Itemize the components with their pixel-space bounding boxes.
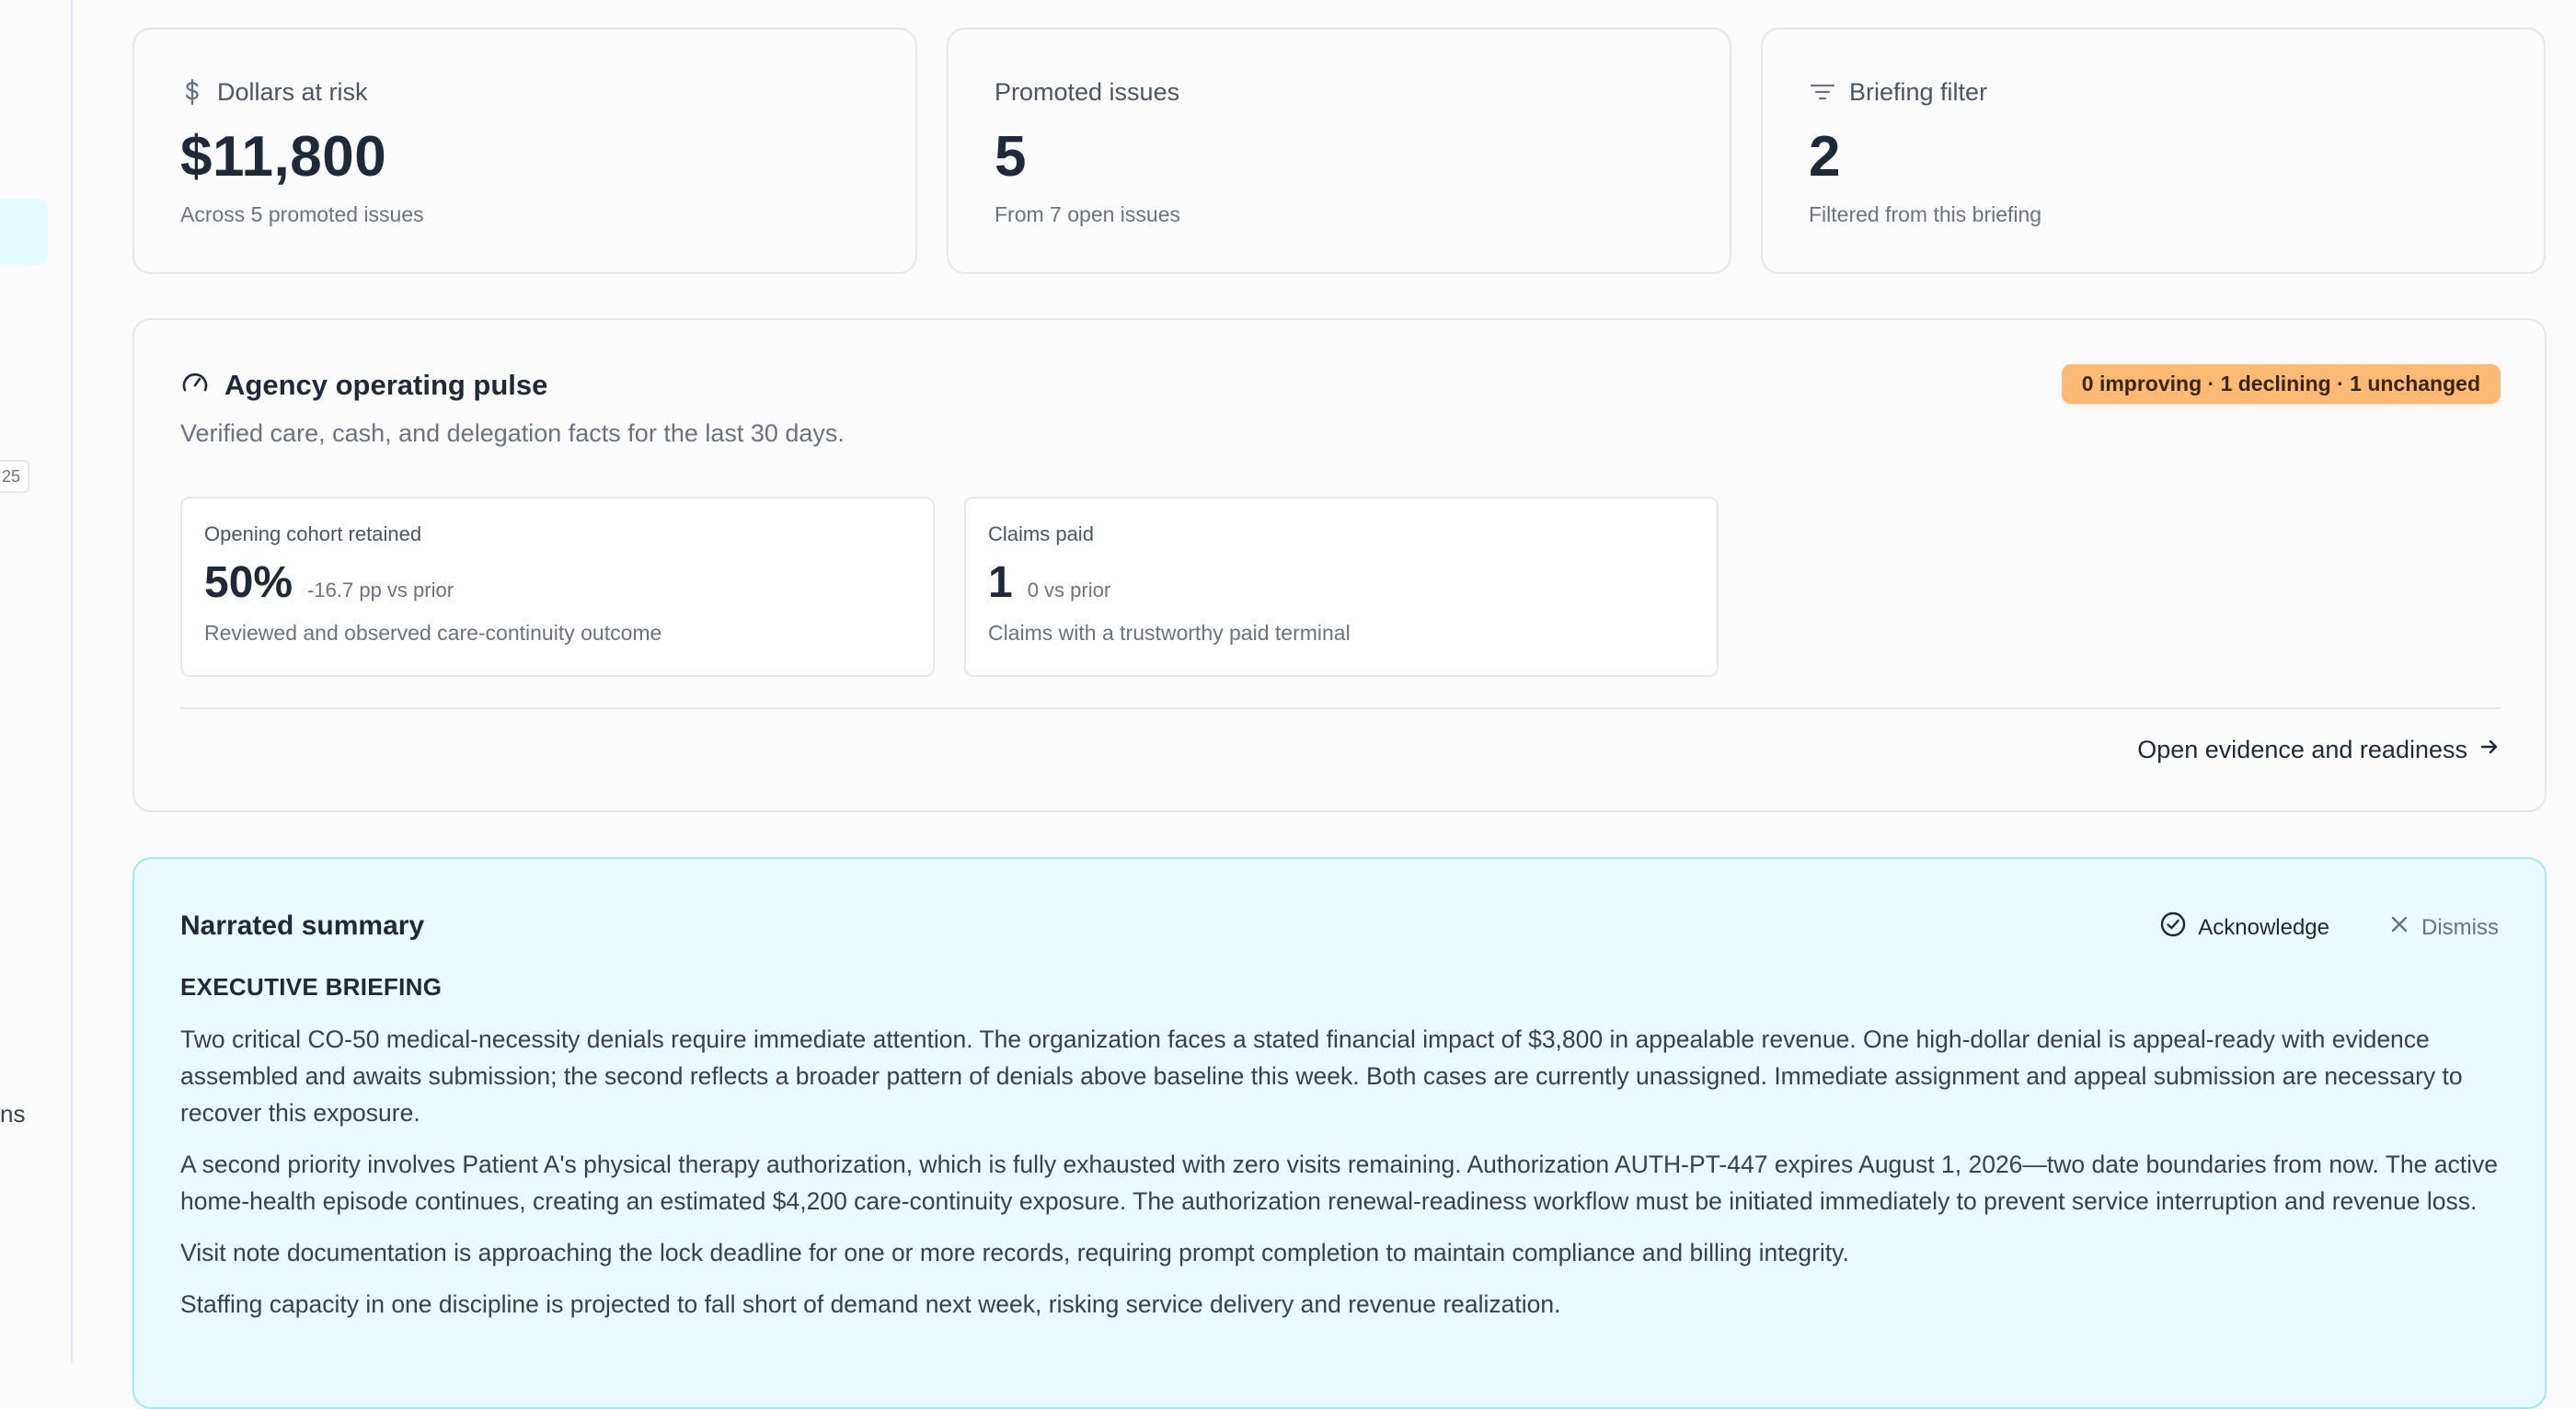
kpi-subtext: From 7 open issues <box>995 202 1180 226</box>
pulse-divider <box>180 707 2501 709</box>
summary-title: Narrated summary <box>180 911 425 941</box>
briefing-paragraph: Two critical CO-50 medical-necessity den… <box>180 1025 2463 1127</box>
check-circle-icon <box>2159 911 2187 945</box>
kpi-label-row: Promoted issues <box>995 75 1684 109</box>
metric-label: Opening cohort retained <box>204 522 422 545</box>
metric-value-row: 1 0 vs prior <box>988 557 1695 608</box>
metric-note: Claims with a trustworthy paid terminal <box>988 621 1351 645</box>
kpi-row: Dollars at risk $11,800 Across 5 promote… <box>132 28 2547 274</box>
pulse-title: Agency operating pulse <box>224 368 548 401</box>
sidebar-active-item[interactable] <box>0 199 48 265</box>
kpi-value: 2 <box>1809 125 1841 189</box>
briefing-heading: EXECUTIVE BRIEFING <box>180 973 443 1001</box>
metric-card-cohort-retained: Opening cohort retained 50% -16.7 pp vs … <box>180 497 935 677</box>
metric-value: 50% <box>204 558 293 607</box>
open-evidence-link[interactable]: Open evidence and readiness <box>2137 736 2501 764</box>
kpi-label-row: Dollars at risk <box>180 75 869 109</box>
main-content: Dollars at risk $11,800 Across 5 promote… <box>132 0 2547 1409</box>
metric-value-row: 50% -16.7 pp vs prior <box>204 557 911 608</box>
trend-status-badge: 0 improving · 1 declining · 1 unchanged <box>2061 364 2501 404</box>
briefing-paragraph: Visit note documentation is approaching … <box>180 1239 1849 1266</box>
pulse-title-row: Agency operating pulse <box>180 368 547 402</box>
kpi-card-briefing-filter: Briefing filter 2 Filtered from this bri… <box>1761 28 2546 274</box>
agency-operating-pulse-card: Agency operating pulse Verified care, ca… <box>132 318 2547 812</box>
sidebar-count-badge: 25 <box>0 460 29 493</box>
dismiss-button[interactable]: Dismiss <box>2388 913 2499 942</box>
kpi-value: 5 <box>995 125 1027 189</box>
dismiss-label: Dismiss <box>2421 914 2499 940</box>
filter-icon <box>1809 81 1836 103</box>
kpi-card-promoted-issues: Promoted issues 5 From 7 open issues <box>947 28 1731 274</box>
narrated-summary-card: Narrated summary Acknowledge Dismiss EXE… <box>132 857 2547 1409</box>
kpi-label: Briefing filter <box>1849 77 1988 106</box>
dollar-icon <box>180 78 204 106</box>
metric-value: 1 <box>988 558 1013 607</box>
acknowledge-label: Acknowledge <box>2198 914 2329 940</box>
kpi-card-dollars-at-risk: Dollars at risk $11,800 Across 5 promote… <box>132 28 917 274</box>
sidebar-item-label[interactable]: ns <box>0 1100 25 1128</box>
briefing-body: Two critical CO-50 medical-necessity den… <box>180 1021 2499 1337</box>
kpi-value: $11,800 <box>180 125 387 189</box>
metric-note: Reviewed and observed care-continuity ou… <box>204 621 662 645</box>
briefing-paragraph: Staffing capacity in one discipline is p… <box>180 1290 1561 1318</box>
kpi-label: Promoted issues <box>995 77 1180 106</box>
kpi-label-row: Briefing filter <box>1809 75 2498 109</box>
metric-delta: -16.7 pp vs prior <box>307 578 454 601</box>
sidebar: 25 ns <box>0 0 73 1363</box>
summary-actions: Acknowledge Dismiss <box>2159 911 2499 945</box>
kpi-subtext: Across 5 promoted issues <box>180 202 424 226</box>
arrow-right-icon <box>2478 736 2501 764</box>
acknowledge-button[interactable]: Acknowledge <box>2159 911 2329 945</box>
metric-card-claims-paid: Claims paid 1 0 vs prior Claims with a t… <box>964 497 1719 677</box>
evidence-link-label: Open evidence and readiness <box>2137 736 2467 763</box>
briefing-paragraph: A second priority involves Patient A's p… <box>180 1151 2498 1215</box>
metric-label: Claims paid <box>988 522 1094 545</box>
metric-delta: 0 vs prior <box>1027 578 1111 601</box>
kpi-label: Dollars at risk <box>217 77 368 106</box>
kpi-subtext: Filtered from this briefing <box>1809 202 2042 226</box>
pulse-subtitle: Verified care, cash, and delegation fact… <box>180 419 845 447</box>
gauge-icon <box>180 368 210 402</box>
close-icon <box>2388 913 2410 942</box>
